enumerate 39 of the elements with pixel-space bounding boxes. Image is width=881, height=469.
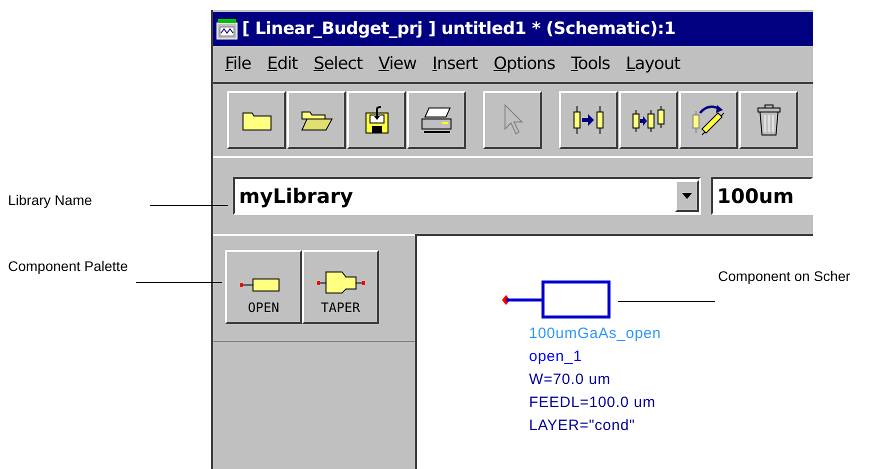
menu-item[interactable]: File [217,54,260,74]
dropdown-arrow-icon [682,193,692,199]
menu-item[interactable]: Edit [259,54,306,74]
toolbar-button[interactable] [347,91,406,149]
component-label: W=70.0 um [529,370,612,390]
menu-item[interactable]: Insert [424,54,486,74]
floppy-disk-icon [364,106,388,134]
toolbar-button[interactable] [559,91,618,149]
component-field[interactable]: 100um [711,177,813,215]
library-dropdown[interactable]: myLibrary [233,177,701,215]
trash-icon [756,104,782,136]
toolbar-button[interactable] [679,91,738,149]
toolbar-button[interactable] [619,91,678,149]
callout-label: Component on Scher [718,268,850,284]
component-label: 100umGaAs_open [529,324,662,344]
taper-component-icon [316,269,366,295]
component-label: open_1 [529,347,584,367]
window-title: [ Linear_Budget_prj ] untitled1 * (Schematic):1 [242,19,676,39]
palette-button[interactable]: OPEN [225,250,302,324]
component-label: FEEDL=100.0 um [529,393,657,413]
callout-label: Component Palette [8,258,128,274]
toolbar-button[interactable] [407,91,466,149]
pointer-icon [502,104,524,136]
menu-item[interactable]: View [370,54,424,74]
menu-item[interactable]: Layout [618,54,688,74]
menu-item[interactable]: Options [486,54,563,74]
toolbar-button[interactable] [739,91,798,149]
callout-label: Library Name [8,192,92,208]
rotate-component-icon [692,103,726,137]
app-icon [216,18,238,40]
palette-button[interactable]: TAPER [302,250,379,324]
printer-icon [420,107,454,133]
toolbar-button[interactable] [287,91,346,149]
component-label: LAYER="cond" [529,416,636,436]
component-arrow-icon [572,104,604,136]
toolbar-button[interactable] [227,91,286,149]
open-folder-icon [300,109,332,131]
menu-item[interactable]: Select [306,54,370,74]
menu-item[interactable]: Tools [563,54,618,74]
